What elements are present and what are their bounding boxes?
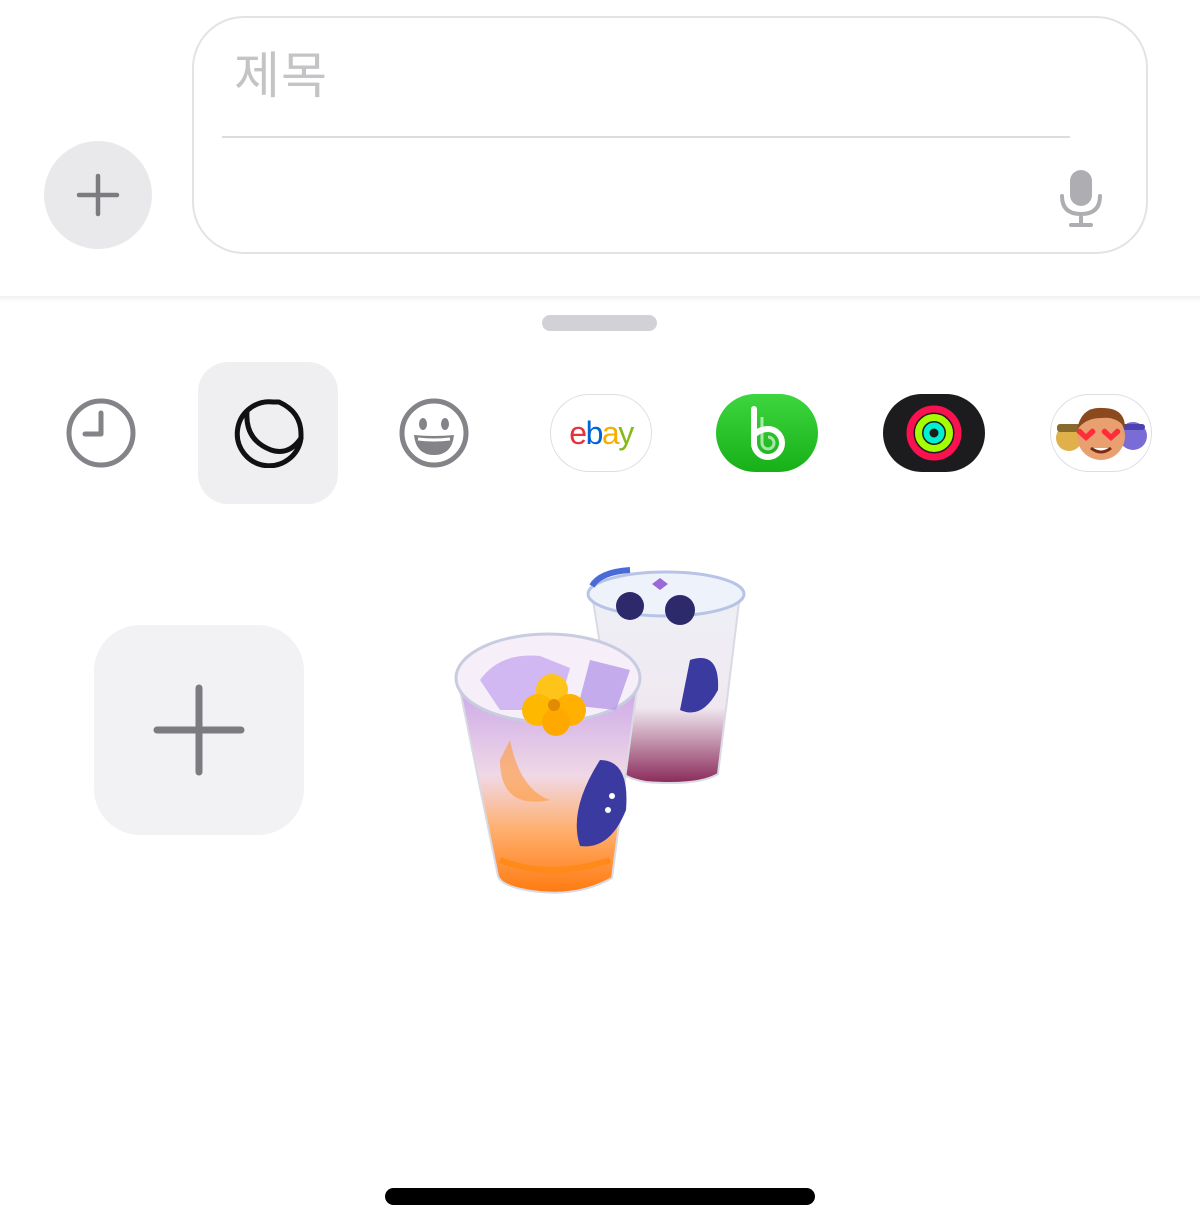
message-body-field[interactable]	[234, 158, 1034, 228]
app-strip: ebay	[0, 362, 1200, 504]
drawer-grabber[interactable]	[542, 315, 657, 331]
clock-icon	[66, 398, 136, 468]
subject-field[interactable]: 제목	[234, 44, 1074, 108]
plus-icon	[76, 173, 120, 217]
app-stickers[interactable]	[198, 362, 338, 504]
smiley-icon	[399, 398, 469, 468]
microphone-icon	[1060, 170, 1102, 227]
app-bump[interactable]	[697, 362, 837, 504]
plus-icon	[153, 684, 245, 776]
bump-logo	[716, 394, 818, 472]
message-composer: 제목	[0, 0, 1200, 298]
app-emoji[interactable]	[364, 362, 504, 504]
app-recents[interactable]	[31, 362, 171, 504]
app-fitness[interactable]	[864, 362, 1004, 504]
app-memoji[interactable]	[1031, 362, 1171, 504]
memoji-icon	[1050, 394, 1152, 472]
ebay-logo: ebay	[550, 394, 652, 472]
add-sticker-button[interactable]	[94, 625, 304, 835]
iced-drinks-sticker[interactable]	[440, 560, 760, 900]
dictation-button[interactable]	[1056, 168, 1106, 228]
app-ebay[interactable]: ebay	[531, 362, 671, 504]
add-attachment-button[interactable]	[44, 141, 152, 249]
activity-rings-icon	[883, 394, 985, 472]
sticker-icon	[234, 399, 304, 468]
home-indicator[interactable]	[385, 1188, 815, 1205]
panel-divider	[0, 296, 1200, 302]
subject-divider	[222, 136, 1070, 138]
message-input-box[interactable]: 제목	[192, 16, 1148, 254]
